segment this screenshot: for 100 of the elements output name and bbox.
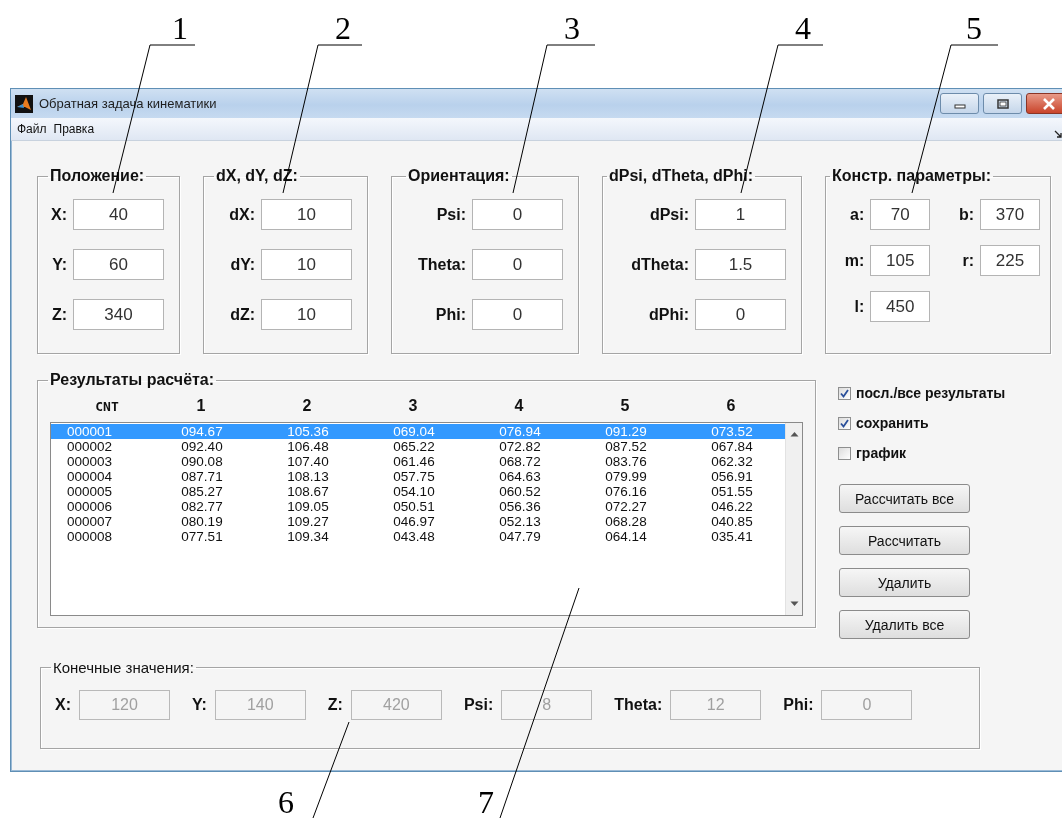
input-field[interactable]: 10 [261, 299, 352, 330]
action-button[interactable]: Удалить все [839, 610, 970, 639]
table-cell-text: 000003 [67, 454, 114, 469]
list-row[interactable]: 000007 080.19 109.27 046.97 052.13 068.28 040.85 [51, 514, 785, 529]
input-field[interactable]: 40 [73, 199, 164, 230]
list-row[interactable]: 000006 082.77 109.05 050.51 056.36 072.27 046.22 [51, 499, 785, 514]
table-cell-text: 040.85 [710, 514, 754, 529]
callout-number: 4 [795, 12, 811, 44]
group-title: Результаты расчёта: [49, 371, 216, 389]
callout-number: 2 [335, 12, 351, 44]
table-cell-text: 067.84 [710, 439, 754, 454]
table-cell-text: 076.16 [604, 484, 648, 499]
field-label: Phi: [783, 696, 814, 714]
input-field[interactable]: 0 [472, 249, 563, 280]
column-header: CNT [94, 398, 120, 414]
table-cell-text: 062.32 [710, 454, 754, 469]
field-label: Psi: [463, 696, 494, 714]
input-field[interactable]: 340 [73, 299, 164, 330]
input-field[interactable]: 1 [695, 199, 786, 230]
input-field[interactable]: 70 [870, 199, 931, 230]
table-cell-text: 091.29 [604, 424, 648, 439]
input-field[interactable]: 0 [472, 199, 563, 230]
scroll-bar[interactable] [785, 423, 802, 615]
group-title: Ориентация: [407, 167, 511, 185]
column-header: 5 [619, 397, 631, 415]
table-cell-text: 056.36 [498, 499, 542, 514]
input-field[interactable]: 225 [980, 245, 1040, 276]
table-cell-text: 109.34 [286, 529, 330, 544]
table-cell-text: 109.05 [286, 499, 330, 514]
callout-number: 6 [278, 786, 294, 818]
list-row[interactable]: 000008 077.51 109.34 043.48 047.79 064.14 035.41 [51, 529, 785, 544]
callout-number: 5 [966, 12, 982, 44]
input-field[interactable]: 10 [261, 199, 352, 230]
callout-number: 7 [478, 786, 494, 818]
field-label: dTheta: [631, 255, 689, 274]
checkbox-label: график [856, 445, 907, 461]
table-cell-text: 061.46 [392, 454, 436, 469]
input-field[interactable]: 0 [695, 299, 786, 330]
input-field[interactable]: 370 [980, 199, 1040, 230]
dock-arrow-icon [1054, 130, 1062, 138]
table-cell-text: 087.71 [180, 469, 224, 484]
checkbox[interactable] [838, 386, 851, 400]
table-cell-text: 108.67 [286, 484, 330, 499]
input-field[interactable]: 60 [73, 249, 164, 280]
list-row[interactable]: 000004 087.71 108.13 057.75 064.63 079.99 056.91 [51, 469, 785, 484]
field-label: Z: [327, 696, 343, 714]
field-label: Psi: [436, 205, 466, 224]
field-label: Y: [192, 696, 207, 714]
field-label: X: [51, 205, 67, 224]
scroll-down-icon [789, 601, 799, 607]
list-row[interactable]: 000003 090.08 107.40 061.46 068.72 083.76 062.32 [51, 454, 785, 469]
table-cell-text: 000004 [67, 469, 114, 484]
table-cell-text: 060.52 [498, 484, 542, 499]
checkbox[interactable] [838, 416, 851, 430]
minimize-button[interactable] [940, 93, 979, 114]
list-box[interactable] [50, 422, 803, 616]
field-label: Theta: [614, 696, 663, 714]
table-cell-text: 107.40 [286, 454, 330, 469]
table-cell-text: 090.08 [180, 454, 224, 469]
input-field[interactable]: 1.5 [695, 249, 786, 280]
action-button[interactable]: Рассчитать [839, 526, 970, 555]
input-field[interactable]: 450 [870, 291, 931, 322]
close-button[interactable] [1026, 93, 1062, 114]
table-cell-text: 000007 [67, 514, 114, 529]
input-field[interactable]: 10 [261, 249, 352, 280]
column-header: 2 [301, 397, 313, 415]
table-cell-text: 068.72 [498, 454, 542, 469]
menu-item[interactable]: Файл [17, 122, 47, 136]
table-cell-text: 050.51 [392, 499, 436, 514]
column-header: 6 [725, 397, 737, 415]
maximize-button[interactable] [983, 93, 1022, 114]
field-label: a: [850, 205, 865, 224]
field-label: m: [844, 251, 865, 270]
table-cell-text: 087.52 [604, 439, 648, 454]
callout-number: 3 [564, 12, 580, 44]
checkbox[interactable] [838, 446, 851, 460]
maximize-icon [996, 98, 1009, 109]
input-field[interactable]: 105 [870, 245, 931, 276]
table-cell-text: 052.13 [498, 514, 542, 529]
list-row[interactable]: 000002 092.40 106.48 065.22 072.82 087.52 067.84 [51, 439, 785, 454]
action-button[interactable]: Удалить [839, 568, 970, 597]
menu-item[interactable]: Правка [53, 122, 95, 136]
field-label: dPsi: [649, 205, 689, 224]
table-cell-text: 106.48 [286, 439, 330, 454]
table-cell-text: 077.51 [180, 529, 224, 544]
list-row[interactable]: 000005 085.27 108.67 054.10 060.52 076.16 051.55 [51, 484, 785, 499]
table-cell-text: 046.97 [392, 514, 436, 529]
column-header: 4 [513, 397, 525, 415]
table-cell-text: 000001 [67, 424, 114, 439]
table-cell-text: 092.40 [180, 439, 224, 454]
callout-number: 1 [172, 12, 188, 44]
field-label: X: [55, 696, 71, 714]
field-label: dX: [229, 205, 255, 224]
input-field[interactable]: 0 [472, 299, 563, 330]
column-header: 1 [195, 397, 207, 415]
table-cell-text: 035.41 [710, 529, 754, 544]
table-cell-text: 054.10 [392, 484, 436, 499]
action-button[interactable]: Рассчитать все [839, 484, 970, 513]
table-cell-text: 085.27 [180, 484, 224, 499]
table-cell-text: 083.76 [604, 454, 648, 469]
